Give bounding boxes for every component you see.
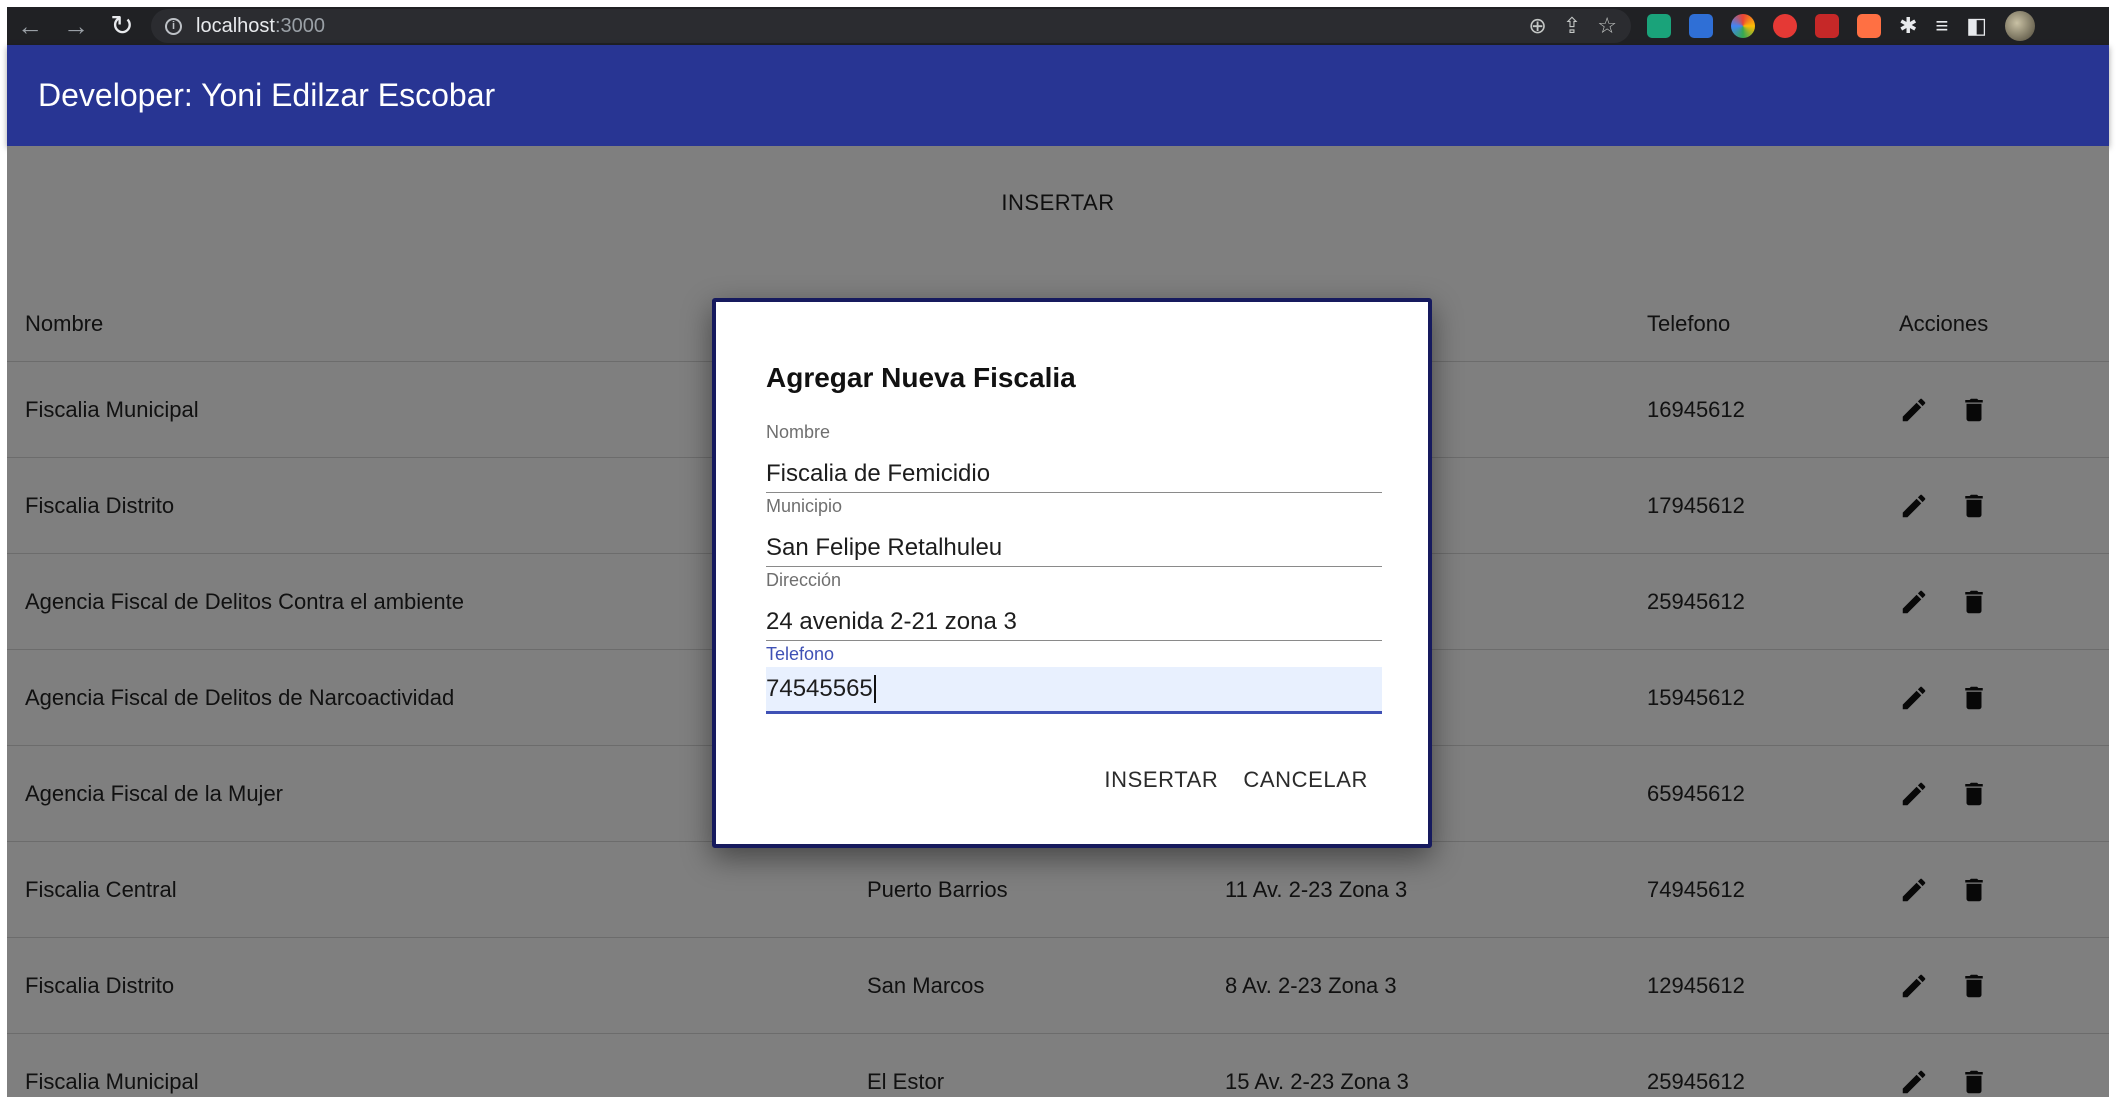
- nombre-field: Nombre Fiscalia de Femicidio: [766, 422, 1382, 493]
- side-panel-icon[interactable]: ◧: [1966, 14, 1987, 38]
- extension-red-icon[interactable]: [1815, 14, 1839, 38]
- info-icon[interactable]: i: [165, 17, 182, 35]
- extension-pen-icon[interactable]: [1689, 14, 1713, 38]
- dialog-title: Agregar Nueva Fiscalia: [766, 362, 1076, 393]
- extensions-puzzle-icon[interactable]: ✱: [1899, 14, 1917, 38]
- extension-shield-icon[interactable]: [1773, 14, 1797, 38]
- app-title: Developer: Yoni Edilzar Escobar: [38, 77, 496, 113]
- direccion-field: Dirección 24 avenida 2-21 zona 3: [766, 570, 1382, 641]
- telefono-input[interactable]: 74545565: [766, 667, 1382, 714]
- extensions-bar: ✱ ≡ ◧: [1647, 11, 2036, 41]
- bookmark-star-icon[interactable]: ☆: [1597, 13, 1617, 39]
- browser-toolbar: ← → ↻ i localhost:3000 ⊕ ⇪ ☆ ✱ ≡ ◧: [7, 7, 2109, 45]
- reading-list-icon[interactable]: ≡: [1935, 14, 1948, 38]
- telefono-field: Telefono 74545565: [766, 644, 1382, 714]
- municipio-label: Municipio: [766, 496, 843, 516]
- extension-on-icon[interactable]: [1857, 14, 1881, 38]
- app-bar: Developer: Yoni Edilzar Escobar: [7, 45, 2109, 146]
- nombre-label: Nombre: [766, 422, 831, 442]
- arrow-right-icon[interactable]: →: [53, 7, 99, 45]
- url-text: localhost:3000: [196, 14, 325, 37]
- share-icon[interactable]: ⇪: [1563, 13, 1581, 39]
- dialog-actions: INSERTAR CANCELAR: [1104, 767, 1368, 793]
- address-bar[interactable]: i localhost:3000 ⊕ ⇪ ☆: [151, 9, 1631, 43]
- municipio-input[interactable]: San Felipe Retalhuleu: [766, 529, 1382, 567]
- direccion-input[interactable]: 24 avenida 2-21 zona 3: [766, 603, 1382, 641]
- text-caret: [873, 675, 876, 703]
- municipio-field: Municipio San Felipe Retalhuleu: [766, 496, 1382, 567]
- dialog-cancel-button[interactable]: CANCELAR: [1243, 767, 1368, 793]
- zoom-icon[interactable]: ⊕: [1528, 13, 1546, 39]
- nombre-input[interactable]: Fiscalia de Femicidio: [766, 455, 1382, 493]
- extension-color-icon[interactable]: [1731, 14, 1755, 38]
- arrow-left-icon[interactable]: ←: [7, 7, 53, 45]
- extension-chart-icon[interactable]: [1647, 14, 1671, 38]
- reload-icon[interactable]: ↻: [99, 7, 145, 45]
- profile-avatar[interactable]: [2005, 11, 2036, 41]
- telefono-label: Telefono: [766, 644, 835, 664]
- add-fiscalia-dialog: Agregar Nueva Fiscalia Nombre Fiscalia d…: [712, 298, 1432, 848]
- dialog-insert-button[interactable]: INSERTAR: [1104, 767, 1218, 793]
- direccion-label: Dirección: [766, 570, 842, 590]
